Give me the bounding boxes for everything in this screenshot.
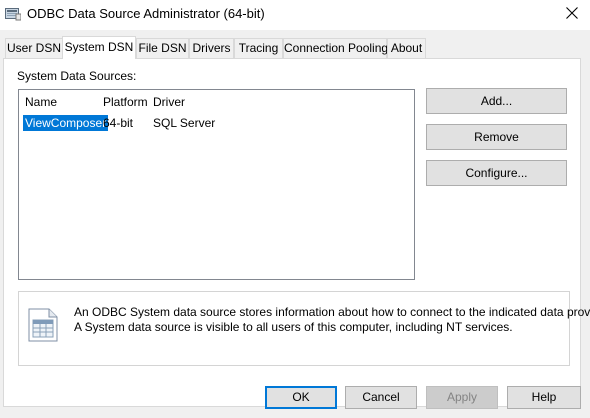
- ok-button[interactable]: OK: [265, 386, 337, 409]
- cancel-button[interactable]: Cancel: [345, 386, 417, 409]
- odbc-app-icon: [5, 8, 21, 21]
- tab-user-dsn[interactable]: User DSN: [5, 38, 63, 58]
- title-bar: ODBC Data Source Administrator (64-bit): [0, 0, 590, 30]
- data-document-icon: [28, 308, 58, 342]
- remove-button[interactable]: Remove: [426, 124, 567, 150]
- column-header-platform[interactable]: Platform: [103, 95, 148, 109]
- tab-file-dsn[interactable]: File DSN: [136, 38, 189, 58]
- dsn-list[interactable]: Name Platform Driver ViewComposer 64-bit…: [18, 89, 415, 280]
- dsn-row-platform[interactable]: 64-bit: [103, 116, 133, 130]
- dsn-row-driver[interactable]: SQL Server: [153, 116, 215, 130]
- info-line-1: An ODBC System data source stores inform…: [74, 305, 590, 319]
- help-button[interactable]: Help: [507, 386, 581, 409]
- close-button[interactable]: [555, 0, 590, 28]
- dsn-row-name[interactable]: ViewComposer: [23, 115, 109, 131]
- close-icon: [566, 7, 578, 19]
- dialog-client: User DSN System DSN File DSN Drivers Tra…: [0, 30, 590, 418]
- info-text: An ODBC System data source stores inform…: [74, 305, 590, 335]
- add-button[interactable]: Add...: [426, 88, 567, 114]
- tab-connection-pooling[interactable]: Connection Pooling: [283, 38, 388, 58]
- tab-drivers[interactable]: Drivers: [189, 38, 234, 58]
- info-line-2: A System data source is visible to all u…: [74, 320, 513, 334]
- column-header-driver[interactable]: Driver: [153, 95, 185, 109]
- window-title: ODBC Data Source Administrator (64-bit): [27, 6, 265, 21]
- info-box: An ODBC System data source stores inform…: [18, 291, 590, 366]
- system-dsn-panel: System Data Sources: Name Platform Drive…: [3, 58, 590, 407]
- configure-button[interactable]: Configure...: [426, 160, 567, 186]
- section-label: System Data Sources:: [17, 69, 137, 83]
- column-header-name[interactable]: Name: [25, 95, 57, 109]
- tab-system-dsn[interactable]: System DSN: [62, 36, 136, 59]
- tab-about[interactable]: About: [387, 38, 426, 58]
- apply-button[interactable]: Apply: [426, 386, 498, 409]
- tab-tracing[interactable]: Tracing: [234, 38, 283, 58]
